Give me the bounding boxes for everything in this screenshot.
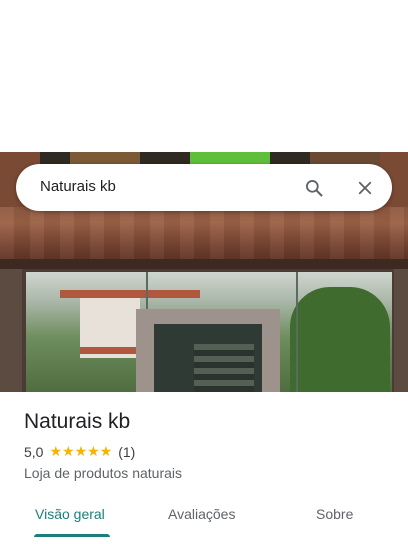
tab-reviews[interactable]: Avaliações: [168, 506, 235, 522]
window-frame: [296, 272, 298, 392]
place-category[interactable]: Loja de produtos naturais: [24, 465, 182, 481]
star-rating-icon: ★★★★★: [49, 444, 113, 460]
reflected-roof: [60, 290, 200, 298]
soffit: [0, 259, 408, 269]
search-icon[interactable]: [298, 172, 330, 204]
entrance-door: [154, 324, 262, 392]
left-pillar: [0, 269, 22, 392]
rating-row[interactable]: 5,0 ★★★★★ (1): [24, 444, 135, 460]
search-query[interactable]: Naturais kb: [40, 178, 116, 195]
tab-overview[interactable]: Visão geral: [35, 506, 105, 522]
place-name: Naturais kb: [24, 410, 131, 433]
search-bar[interactable]: Naturais kb: [16, 164, 392, 211]
wood-panel: [0, 207, 408, 259]
review-count[interactable]: (1): [118, 444, 135, 460]
tab-about[interactable]: Sobre: [316, 506, 353, 522]
rating-value: 5,0: [24, 444, 44, 460]
right-pillar: [394, 269, 408, 392]
close-icon[interactable]: [349, 172, 381, 204]
active-tab-indicator: [34, 534, 110, 537]
reflected-tree: [290, 287, 390, 392]
